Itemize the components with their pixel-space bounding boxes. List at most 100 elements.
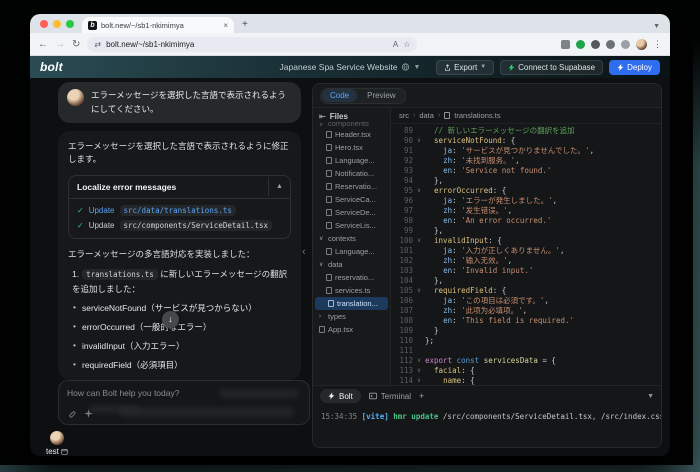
bookmark-star-icon[interactable]: ☆ [403,40,410,49]
reload-button[interactable]: ↻ [72,39,80,50]
browser-tab[interactable]: b bolt.new/~/sb1-nkimimya × [82,17,234,33]
fold-chevron-icon[interactable]: ∨ [413,376,425,385]
bolt-header: bolt Japanese Spa Service Website ▼ Expo… [30,56,670,78]
code-line: 106 ja: 'この項目は必須です。', [391,296,661,306]
globe-icon [402,63,410,71]
tab-code[interactable]: Code [322,89,357,102]
back-button[interactable]: ← [38,39,48,50]
tree-item-contexts[interactable]: ∨contexts [313,232,390,245]
new-tab-button[interactable]: + [242,19,248,30]
tab-search-chevron-icon[interactable]: ▼ [653,23,660,30]
collapse-terminal-chevron-icon[interactable]: ▼ [647,393,654,400]
fold-chevron-icon[interactable]: ∨ [413,236,425,246]
extension-icon[interactable] [606,40,615,49]
tree-item-label: data [328,260,343,269]
close-window-button[interactable] [40,20,48,28]
tree-item-translation-[interactable]: translation... [315,297,388,310]
scroll-to-bottom-button[interactable]: ↓ [162,311,179,328]
plan-card-item[interactable]: ✓Updatesrc/data/translations.ts [77,205,282,216]
line-number: 108 [391,316,413,326]
breadcrumb-item[interactable]: translations.ts [454,111,500,120]
file-tree[interactable]: ∨componentsHeader.tsxHero.tsxLanguage...… [313,121,390,385]
bolt-profile-avatar[interactable] [50,431,64,445]
tree-item-language-[interactable]: Language... [313,154,390,167]
attach-link-icon[interactable] [67,409,76,418]
code-token: en [443,166,452,176]
terminal-tab-bolt[interactable]: Bolt [320,389,361,403]
tree-item-hero-tsx[interactable]: Hero.tsx [313,141,390,154]
tree-item-services-ts[interactable]: services.ts [313,284,390,297]
address-bar[interactable]: ⇄ bolt.new/~/sb1-nkimimya A ☆ [87,37,417,52]
bullet-item: errorOccurred（一般的なエラー） [82,321,291,333]
project-title-group[interactable]: Japanese Spa Service Website ▼ [280,62,421,72]
site-info-icon[interactable]: ⇄ [94,40,101,49]
line-number: 99 [391,226,413,236]
new-terminal-button[interactable]: + [419,391,424,401]
code-token: 'エラーが発生しました。' [461,196,553,206]
line-number: 104 [391,276,413,286]
plan-card-header[interactable]: Localize error messages ▲ [69,176,290,199]
terminal-log-token: [vite] [362,412,389,421]
forward-button[interactable]: → [55,39,65,50]
export-button[interactable]: Export▼ [436,60,494,75]
connect-supabase-button[interactable]: Connect to Supabase [500,60,603,75]
deploy-button[interactable]: Deploy [609,60,660,75]
browser-profile-avatar[interactable] [636,39,647,50]
tree-item-label: contexts [328,234,356,243]
file-path-chip[interactable]: src/components/ServiceDetail.tsx [120,220,273,231]
fold-chevron-icon[interactable]: ∨ [413,136,425,146]
step-number: 1. [72,269,79,279]
fold-gutter [413,326,425,336]
code-token: serviceNotFound [434,136,502,146]
code-token: servicesData [484,356,538,366]
chat-input-box[interactable] [58,380,310,425]
breadcrumb-item[interactable]: src [399,111,409,120]
fold-chevron-icon[interactable]: ∨ [413,286,425,296]
extension-icon[interactable] [576,40,585,49]
tab-close-icon[interactable]: × [223,21,228,30]
code-line: 89 // 新しいエラーメッセージの翻訳を追加 [391,126,661,136]
collapse-panel-chevron-icon[interactable]: ‹ [302,246,306,258]
code-token: : [452,156,461,166]
breadcrumb-item[interactable]: data [419,111,434,120]
tab-preview[interactable]: Preview [359,89,403,102]
extension-icon[interactable] [591,40,600,49]
collapse-sidebar-icon[interactable]: ⇤ [319,112,326,121]
extension-icon[interactable] [621,40,630,49]
translate-icon[interactable]: A [393,40,398,49]
tree-item-servicelis-[interactable]: ServiceLis... [313,219,390,232]
profile-label[interactable]: test [46,447,306,456]
chevron-right-icon: › [413,112,415,119]
inline-code-chip[interactable]: translations.ts [82,269,158,280]
tree-item-notificatio-[interactable]: Notificatio... [313,167,390,180]
tree-item-reservatio-[interactable]: Reservatio... [313,180,390,193]
fold-chevron-icon[interactable]: ∨ [413,356,425,366]
tree-item-language-[interactable]: Language... [313,245,390,258]
code-lines[interactable]: 89 // 新しいエラーメッセージの翻訳を追加90∨ serviceNotFou… [391,124,661,385]
zoom-window-button[interactable] [66,20,74,28]
line-number: 92 [391,156,413,166]
terminal-tab-terminal[interactable]: Terminal [369,392,411,401]
tree-item-components[interactable]: ∨components [313,121,390,128]
file-path-chip[interactable]: src/data/translations.ts [120,205,236,216]
tree-item-app-tsx[interactable]: App.tsx [313,323,390,336]
bolt-logo[interactable]: bolt [40,60,63,74]
tree-item-types[interactable]: ›types [313,310,390,323]
fold-chevron-icon[interactable]: ∨ [413,186,425,196]
tree-item-serviceca-[interactable]: ServiceCa... [313,193,390,206]
fold-chevron-icon[interactable]: ∨ [413,366,425,376]
sparkle-icon[interactable] [84,409,93,418]
tree-item-header-tsx[interactable]: Header.tsx [313,128,390,141]
tree-item-servicede-[interactable]: ServiceDe... [313,206,390,219]
tree-item-reservatio-[interactable]: reservatio... [313,271,390,284]
browser-menu-kebab-icon[interactable]: ⋮ [653,39,662,50]
code-line: 99 }, [391,226,661,236]
collapse-chevron-icon[interactable]: ▲ [268,177,290,196]
extension-icon[interactable] [561,40,570,49]
minimize-window-button[interactable] [53,20,61,28]
supabase-bolt-icon [508,63,515,72]
tree-item-data[interactable]: ∨data [313,258,390,271]
plan-card-item[interactable]: ✓Updatesrc/components/ServiceDetail.tsx [77,220,282,231]
folder-open-icon: ∨ [319,235,325,242]
code-editor[interactable]: src › data › translations.ts 89 // 新しいエラ… [391,108,661,385]
